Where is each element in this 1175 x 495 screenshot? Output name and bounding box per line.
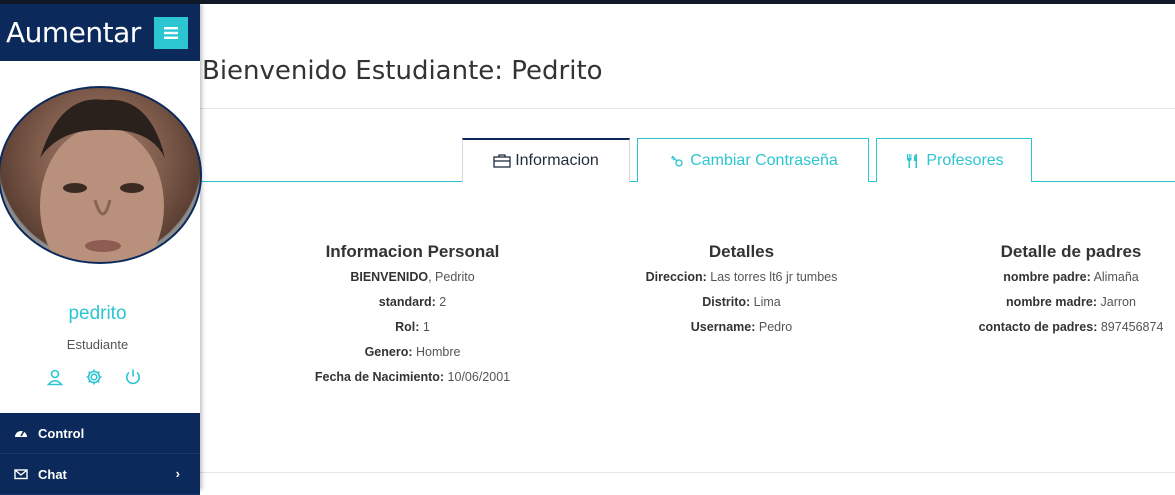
- info-label: standard:: [378, 295, 436, 309]
- info-row: contacto de padres: 897456874: [960, 318, 1175, 343]
- sidebar-item-control[interactable]: Control: [0, 413, 200, 454]
- sidebar-item-label: Control: [38, 425, 85, 441]
- info-value: 1: [419, 320, 430, 334]
- divider: [200, 472, 1175, 473]
- info-row: Rol: 1: [290, 318, 535, 343]
- info-row: Direccion: Las torres lt6 jr tumbes: [625, 268, 858, 293]
- info-value: 2: [435, 295, 447, 309]
- info-row: standard: 2: [290, 293, 535, 318]
- profile-actions: [46, 368, 142, 386]
- tab-label: Profesores: [926, 151, 1004, 169]
- main-content: Bienvenido Estudiante: Pedrito Informaci…: [200, 4, 1175, 490]
- sidebar: Aumentar pedrito Estudiante Control Chat…: [0, 4, 202, 495]
- info-label: Distrito:: [702, 295, 751, 309]
- info-value: 897456874: [1097, 320, 1164, 334]
- info-label: Genero:: [364, 345, 413, 359]
- brand-name: Aumentar: [6, 16, 141, 49]
- chevron-right-icon: ›: [175, 466, 180, 481]
- section-heading: Informacion Personal: [325, 242, 500, 261]
- brand-bar: Aumentar: [0, 4, 200, 61]
- dashboard-icon: [14, 426, 28, 440]
- info-value: Lima: [750, 295, 781, 309]
- info-value: Las torres lt6 jr tumbes: [706, 270, 838, 284]
- tab-informacion[interactable]: Informacion: [462, 138, 630, 183]
- sidebar-nav: Control Chat ›: [0, 413, 200, 495]
- info-value: Alimaña: [1090, 270, 1139, 284]
- info-row: Distrito: Lima: [625, 293, 858, 318]
- info-label: Rol:: [395, 320, 420, 334]
- sidebar-item-chat[interactable]: Chat ›: [0, 454, 200, 495]
- info-label: nombre madre:: [1006, 295, 1098, 309]
- divider: [200, 108, 1175, 109]
- profile-name: pedrito: [68, 303, 127, 324]
- info-label: BIENVENIDO: [350, 270, 429, 284]
- info-value: Pedro: [755, 320, 793, 334]
- details-section: Detalles Direccion: Las torres lt6 jr tu…: [625, 242, 858, 343]
- info-value: Jarron: [1097, 295, 1136, 309]
- info-label: contacto de padres:: [978, 320, 1098, 334]
- user-icon[interactable]: [46, 368, 64, 386]
- info-label: nombre padre:: [1003, 270, 1091, 284]
- parents-section: Detalle de padres nombre padre: Alimaña …: [960, 242, 1175, 343]
- tab-cambiar-contrasena[interactable]: Cambiar Contraseña: [637, 138, 869, 182]
- info-label: Username:: [690, 320, 756, 334]
- info-row: Username: Pedro: [625, 318, 858, 343]
- briefcase-icon: [493, 154, 511, 168]
- info-label: Direccion:: [645, 270, 707, 284]
- personal-info-section: Informacion Personal BIENVENIDO, Pedrito…: [290, 242, 535, 393]
- key-icon: [668, 154, 686, 168]
- info-row: Genero: Hombre: [290, 343, 535, 368]
- avatar: [0, 86, 202, 264]
- envelope-icon: [14, 467, 28, 481]
- section-heading: Detalles: [708, 242, 775, 261]
- tab-label: Cambiar Contraseña: [690, 151, 838, 169]
- profile-role: Estudiante: [66, 337, 129, 352]
- info-label: Fecha de Nacimiento:: [314, 370, 445, 384]
- info-row: nombre padre: Alimaña: [960, 268, 1175, 293]
- hamburger-icon: [164, 26, 178, 39]
- info-value: , Pedrito: [428, 270, 475, 284]
- info-row: BIENVENIDO, Pedrito: [290, 268, 535, 293]
- tab-profesores[interactable]: Profesores: [876, 138, 1032, 182]
- menu-toggle-button[interactable]: [154, 16, 188, 49]
- info-value: 10/06/2001: [444, 370, 511, 384]
- info-row: Fecha de Nacimiento: 10/06/2001: [290, 368, 535, 393]
- section-heading: Detalle de padres: [1000, 242, 1142, 261]
- gear-icon[interactable]: [85, 368, 103, 386]
- sidebar-item-label: Chat: [38, 466, 67, 482]
- power-icon[interactable]: [124, 368, 142, 386]
- info-value: Hombre: [412, 345, 461, 359]
- page-title: Bienvenido Estudiante: Pedrito: [202, 56, 603, 86]
- tab-label: Informacion: [515, 152, 599, 169]
- info-row: nombre madre: Jarron: [960, 293, 1175, 318]
- utensils-icon: [904, 153, 922, 168]
